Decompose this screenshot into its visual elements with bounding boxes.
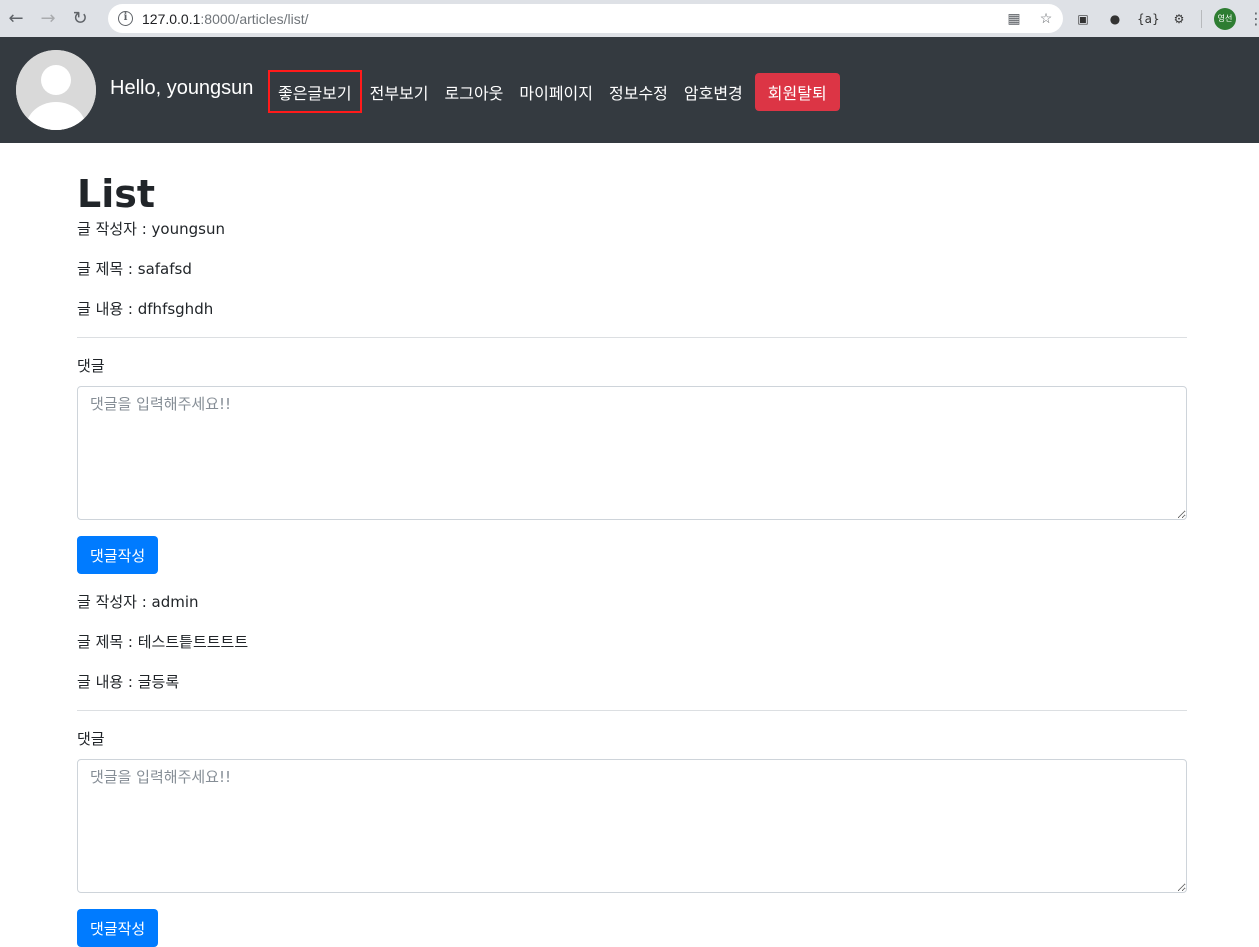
comment-input[interactable] xyxy=(77,386,1187,520)
profile-avatar[interactable]: 영선 xyxy=(1214,7,1236,30)
submit-comment-button[interactable]: 댓글작성 xyxy=(77,536,159,574)
nav-link-change-password[interactable]: 암호변경 xyxy=(676,70,751,113)
page-title: List xyxy=(77,172,156,216)
site-info-icon[interactable]: i xyxy=(118,11,133,26)
article-item: 글 작성자 : youngsun 글 제목 : safafsd 글 내용 : d… xyxy=(77,217,1187,590)
extension-cast-icon[interactable]: ▣ xyxy=(1073,9,1093,29)
user-avatar-icon xyxy=(16,50,96,130)
url-path: :8000/articles/list/ xyxy=(200,10,309,27)
bookmark-star-icon[interactable]: ☆ xyxy=(1037,8,1055,28)
navbar: Hello, youngsun 좋은글보기 전부보기 로그아웃 마이페이지 정보… xyxy=(0,37,1259,143)
toolbar-divider xyxy=(1201,9,1202,28)
browser-menu-icon[interactable]: ⋮ xyxy=(1248,9,1259,28)
nav-link-mypage[interactable]: 마이페이지 xyxy=(511,70,601,113)
comment-label: 댓글 xyxy=(77,357,105,375)
extension-circle-icon[interactable]: ● xyxy=(1105,9,1125,29)
greeting-text: Hello, youngsun xyxy=(110,77,254,99)
reload-icon[interactable]: ↻ xyxy=(64,0,96,37)
divider xyxy=(77,337,1187,338)
extensions-area: ▣ ● {a} ⚙ 영선 ⋮ xyxy=(1073,0,1259,37)
browser-toolbar: ← → ↻ i 127.0.0.1:8000/articles/list/ ▦ … xyxy=(0,0,1259,37)
submit-comment-button[interactable]: 댓글작성 xyxy=(77,909,159,947)
extension-gear-icon[interactable]: ⚙ xyxy=(1169,9,1189,29)
article-author: 글 작성자 : admin xyxy=(77,593,199,611)
comment-input[interactable] xyxy=(77,759,1187,893)
delete-account-button[interactable]: 회원탈퇴 xyxy=(754,72,840,111)
article-body: 글 내용 : 글등록 xyxy=(77,673,180,691)
article-title: 글 제목 : safafsd xyxy=(77,260,192,278)
divider xyxy=(77,710,1187,711)
main-content: List 글 작성자 : youngsun 글 제목 : safafsd 글 내… xyxy=(77,143,1187,947)
url-host: 127.0.0.1 xyxy=(142,10,201,27)
article-author: 글 작성자 : youngsun xyxy=(77,220,225,238)
nav-links: 좋은글보기 전부보기 로그아웃 마이페이지 정보수정 암호변경 회원탈퇴 xyxy=(268,70,840,113)
translate-icon[interactable]: ▦ xyxy=(1005,8,1023,28)
comment-label: 댓글 xyxy=(77,730,105,748)
nav-link-liked-posts[interactable]: 좋은글보기 xyxy=(268,70,362,113)
article-item: 글 작성자 : admin 글 제목 : 테스트틑트트트트 글 내용 : 글등록… xyxy=(77,590,1187,947)
nav-link-all-posts[interactable]: 전부보기 xyxy=(362,70,437,113)
address-bar[interactable]: i 127.0.0.1:8000/articles/list/ ▦ ☆ xyxy=(108,4,1063,33)
nav-link-logout[interactable]: 로그아웃 xyxy=(437,70,512,113)
article-title: 글 제목 : 테스트틑트트트트 xyxy=(77,633,249,651)
forward-arrow-icon[interactable]: → xyxy=(32,0,64,37)
article-body: 글 내용 : dfhfsghdh xyxy=(77,300,214,318)
nav-link-edit-profile[interactable]: 정보수정 xyxy=(601,70,676,113)
back-arrow-icon[interactable]: ← xyxy=(0,0,32,37)
extension-brackets-icon[interactable]: {a} xyxy=(1137,9,1160,29)
